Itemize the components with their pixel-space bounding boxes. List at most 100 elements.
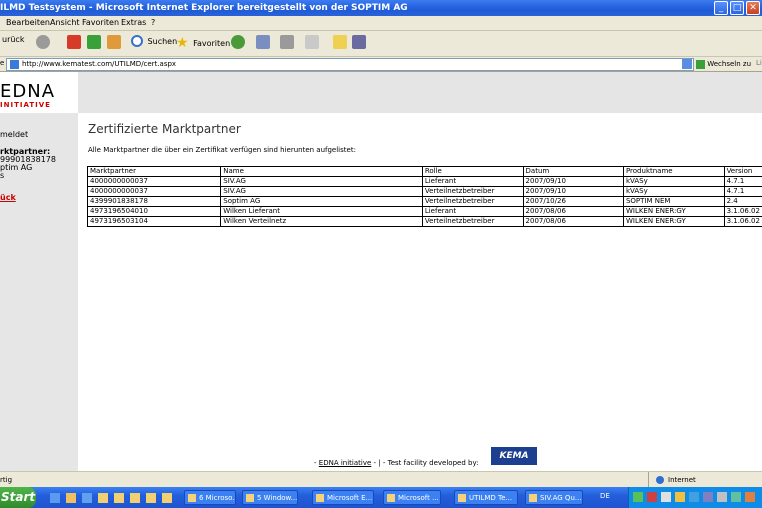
discuss-button[interactable] — [333, 35, 347, 51]
search-label: Suchen — [147, 36, 178, 46]
folder-icon[interactable] — [66, 493, 76, 503]
back-link[interactable]: ück — [0, 193, 16, 202]
print-button[interactable] — [280, 35, 294, 51]
folder-icon — [333, 35, 347, 49]
task-siv-ag[interactable]: SIV.AG Qu... — [525, 490, 583, 505]
cell: SIV.AG — [220, 186, 423, 197]
close-button[interactable]: ✕ — [746, 1, 760, 15]
task-microsoft-e[interactable]: Microsoft E... — [312, 490, 374, 505]
cell: 4000000000037 — [86, 186, 222, 197]
mail-button[interactable] — [256, 35, 270, 51]
maximize-button[interactable]: □ — [730, 1, 744, 15]
language-indicator[interactable]: DE — [600, 492, 610, 500]
folder-icon[interactable] — [162, 493, 172, 503]
cell: Lieferant — [421, 176, 524, 187]
menu-favoriten[interactable]: Favoriten — [82, 18, 119, 27]
status-text: rtig — [0, 476, 13, 484]
go-label: Wechseln zu — [707, 60, 752, 68]
favorites-button[interactable]: ★ Favoriten — [176, 35, 230, 51]
cell: 4973196503104 — [86, 216, 222, 227]
start-button[interactable]: Start — [0, 487, 36, 508]
cell: 2007/10/26 — [522, 196, 624, 207]
cell: Wilken Verteilnetz — [220, 216, 423, 227]
address-input[interactable]: http://www.kematest.com/UTILMD/cert.aspx — [6, 58, 694, 71]
search-button[interactable]: Suchen — [131, 35, 177, 51]
minimize-button[interactable]: _ — [714, 1, 728, 15]
task-microsoft-group[interactable]: 6 Microso... — [184, 490, 236, 505]
internet-globe-icon — [656, 476, 664, 484]
kema-logo[interactable]: KEMA — [491, 447, 537, 465]
sidebar: meldet rktpartner: 99901838178 ptim AG s… — [0, 113, 78, 471]
cell: Wilken Lieferant — [220, 206, 423, 217]
partner-extra: s — [0, 171, 5, 180]
col-rolle: Rolle — [421, 166, 524, 177]
cell: kVASy — [622, 186, 725, 197]
quick-launch — [50, 491, 180, 505]
task-windows-group[interactable]: 5 Window... — [242, 490, 298, 505]
go-button[interactable]: Wechseln zu — [696, 58, 751, 70]
back-button[interactable]: urück — [0, 35, 24, 51]
cell: Lieferant — [421, 206, 524, 217]
col-marktpartner: Marktpartner — [86, 166, 222, 177]
refresh-button[interactable] — [87, 35, 101, 51]
outlook-icon[interactable] — [82, 493, 92, 503]
window-title-bar[interactable]: ILMD Testsystem - Microsoft Internet Exp… — [0, 0, 762, 16]
tray-icon[interactable] — [703, 492, 713, 502]
col-name: Name — [220, 166, 423, 177]
folder-icon[interactable] — [98, 493, 108, 503]
ie-icon[interactable] — [50, 493, 60, 503]
home-button[interactable] — [107, 35, 121, 51]
partner-table: Marktpartner Name Rolle Datum Produktnam… — [86, 166, 762, 227]
messenger-button[interactable] — [352, 35, 366, 51]
edna-link[interactable]: EDNA initiative — [319, 459, 372, 467]
tray-icon[interactable] — [717, 492, 727, 502]
task-microsoft[interactable]: Microsoft ... — [383, 490, 441, 505]
printer-icon — [280, 35, 294, 49]
menu-ansicht[interactable]: Ansicht — [50, 18, 80, 27]
history-button[interactable] — [231, 35, 245, 51]
folder-icon[interactable] — [130, 493, 140, 503]
star-icon: ★ — [176, 35, 189, 51]
menu-bar: Bearbeiten Ansicht Favoriten Extras ? — [0, 16, 762, 31]
cell: 4000000000037 — [86, 176, 222, 187]
table-row: 4000000000037 SIV.AG Verteilnetzbetreibe… — [86, 186, 762, 197]
cell: 4.7.1 — [723, 176, 762, 187]
cell: 2007/09/10 — [522, 176, 624, 187]
stop-icon — [67, 35, 81, 49]
cell: Verteilnetzbetreiber — [421, 186, 524, 197]
tray-icon[interactable] — [661, 492, 671, 502]
menu-bearbeiten[interactable]: Bearbeiten — [6, 18, 50, 27]
main-content: Zertifizierte Marktpartner Alle Marktpar… — [78, 113, 762, 471]
task-utilmd[interactable]: UTILMD Te... — [454, 490, 518, 505]
menu-extras[interactable]: Extras — [121, 18, 146, 27]
col-produktname: Produktname — [622, 166, 725, 177]
tray-icon[interactable] — [647, 492, 657, 502]
menu-help[interactable]: ? — [151, 18, 155, 27]
forward-button[interactable] — [36, 35, 50, 51]
mail-icon — [256, 35, 270, 49]
cell: 2.4 — [723, 196, 762, 207]
cell: Verteilnetzbetreiber — [421, 196, 524, 207]
edit-button[interactable] — [305, 35, 319, 51]
system-tray — [628, 487, 762, 508]
tray-icon[interactable] — [633, 492, 643, 502]
site-banner — [0, 72, 762, 114]
links-label[interactable]: Li — [756, 59, 762, 67]
status-divider — [648, 472, 649, 488]
search-icon — [131, 35, 143, 47]
tray-icon[interactable] — [731, 492, 741, 502]
tray-icon[interactable] — [745, 492, 755, 502]
stop-button[interactable] — [67, 35, 81, 51]
address-dropdown-icon[interactable] — [682, 59, 692, 69]
folder-icon[interactable] — [114, 493, 124, 503]
folder-icon[interactable] — [146, 493, 156, 503]
history-icon — [231, 35, 245, 49]
cell: kVASy — [622, 176, 725, 187]
partner-name: ptim AG — [0, 163, 33, 172]
edit-icon — [305, 35, 319, 49]
page-title: Zertifizierte Marktpartner — [88, 122, 241, 136]
tray-icon[interactable] — [675, 492, 685, 502]
address-prefix: e — [0, 59, 5, 67]
back-label: urück — [2, 35, 25, 44]
tray-icon[interactable] — [689, 492, 699, 502]
